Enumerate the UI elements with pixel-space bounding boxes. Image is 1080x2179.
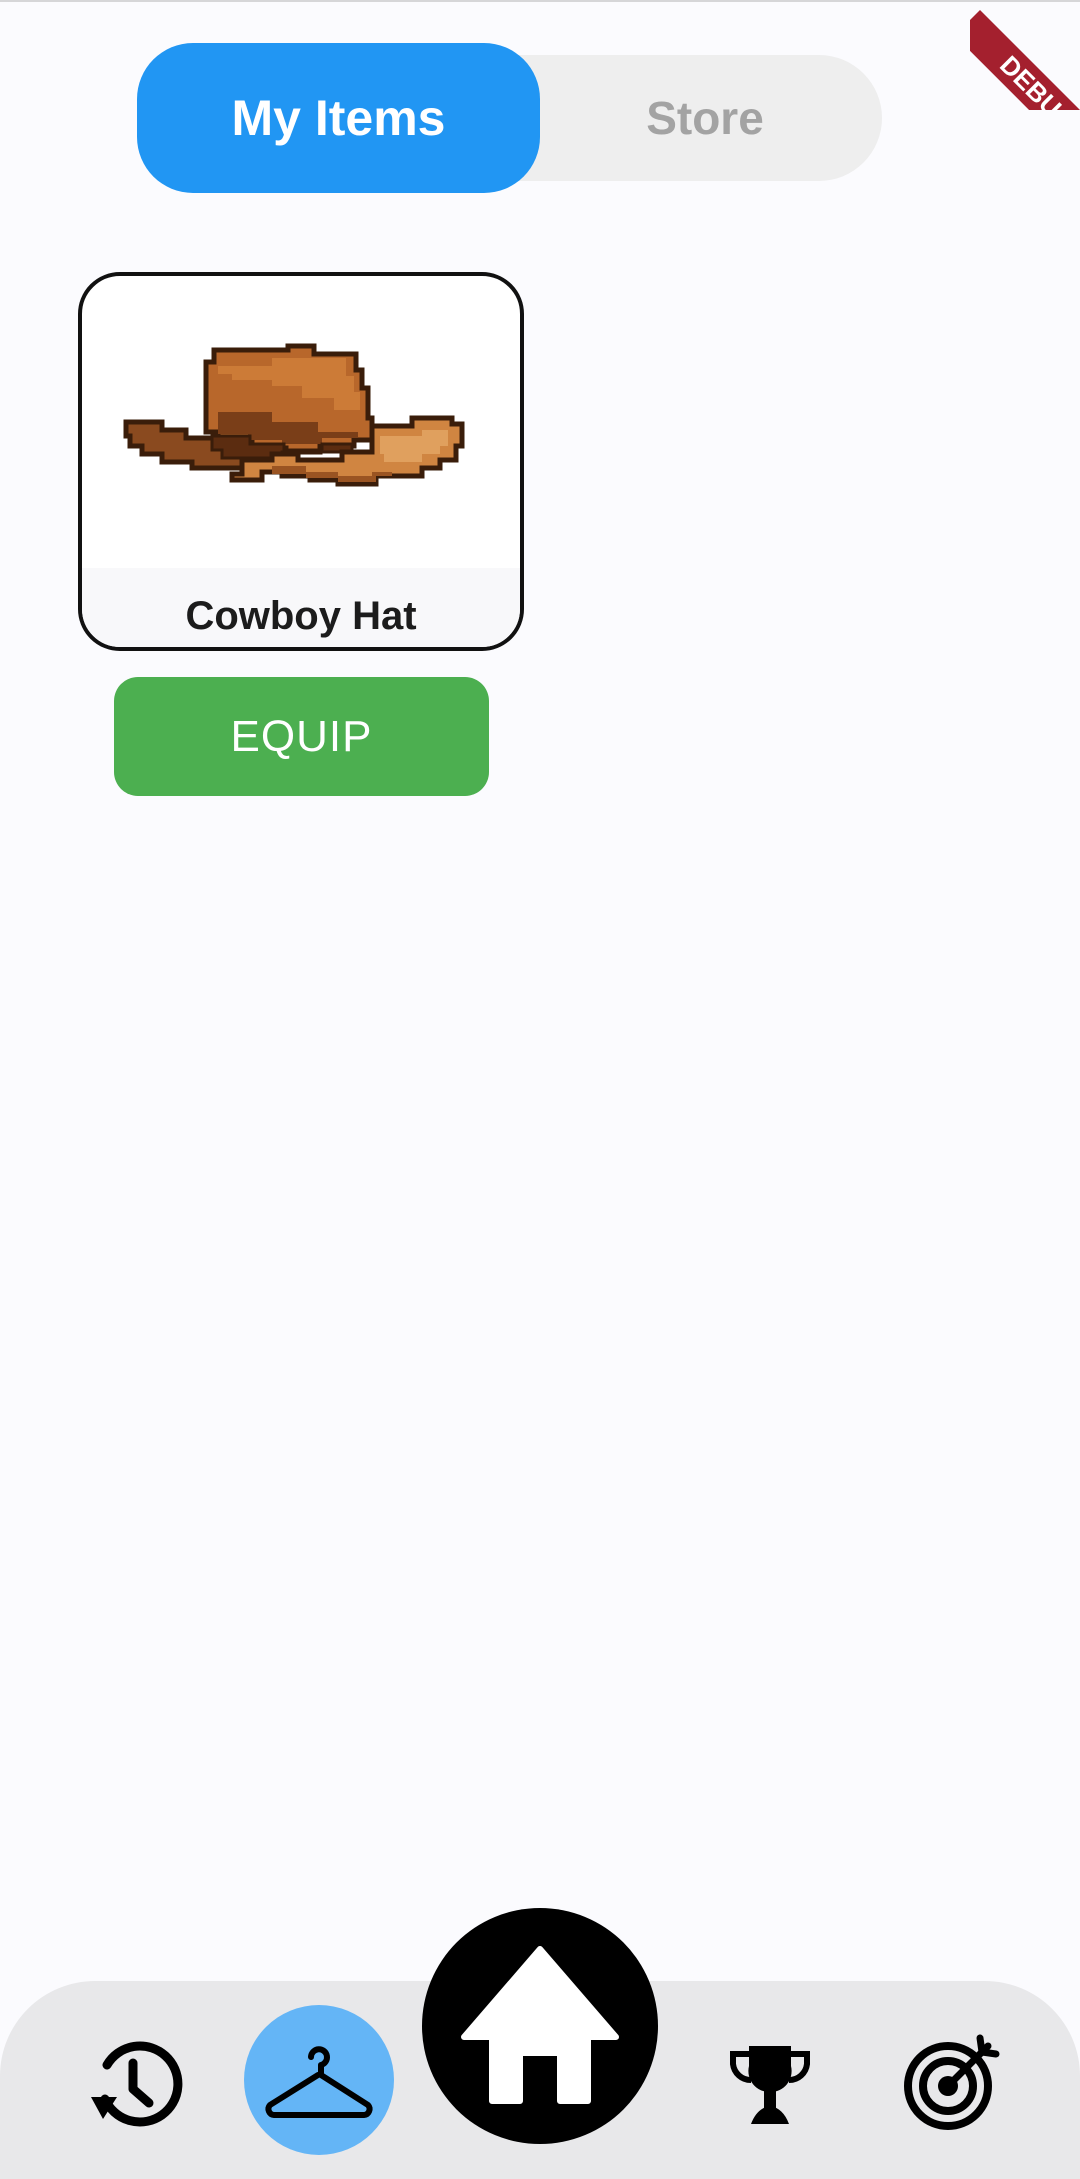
item-card[interactable]: Cowboy Hat xyxy=(78,272,524,651)
history-icon xyxy=(90,2041,182,2126)
home-icon xyxy=(461,1946,619,2104)
debug-label: DEBUG xyxy=(970,10,1080,110)
nav-goals[interactable] xyxy=(900,2030,1004,2134)
debug-banner: DEBUG xyxy=(970,0,1080,110)
tab-store[interactable]: Store xyxy=(560,55,850,181)
equip-button[interactable]: EQUIP xyxy=(114,677,489,796)
trophy-icon xyxy=(730,2046,810,2124)
tab-my-items[interactable]: My Items xyxy=(137,43,540,193)
cowboy-hat-image xyxy=(123,343,465,487)
nav-history[interactable] xyxy=(82,2032,187,2137)
hanger-icon xyxy=(265,2046,373,2118)
target-icon xyxy=(904,2034,1000,2130)
nav-achievements[interactable] xyxy=(720,2030,820,2140)
top-divider xyxy=(0,0,1080,2)
item-name: Cowboy Hat xyxy=(185,594,417,638)
nav-home[interactable] xyxy=(422,1908,658,2144)
nav-wardrobe[interactable] xyxy=(244,2005,394,2155)
